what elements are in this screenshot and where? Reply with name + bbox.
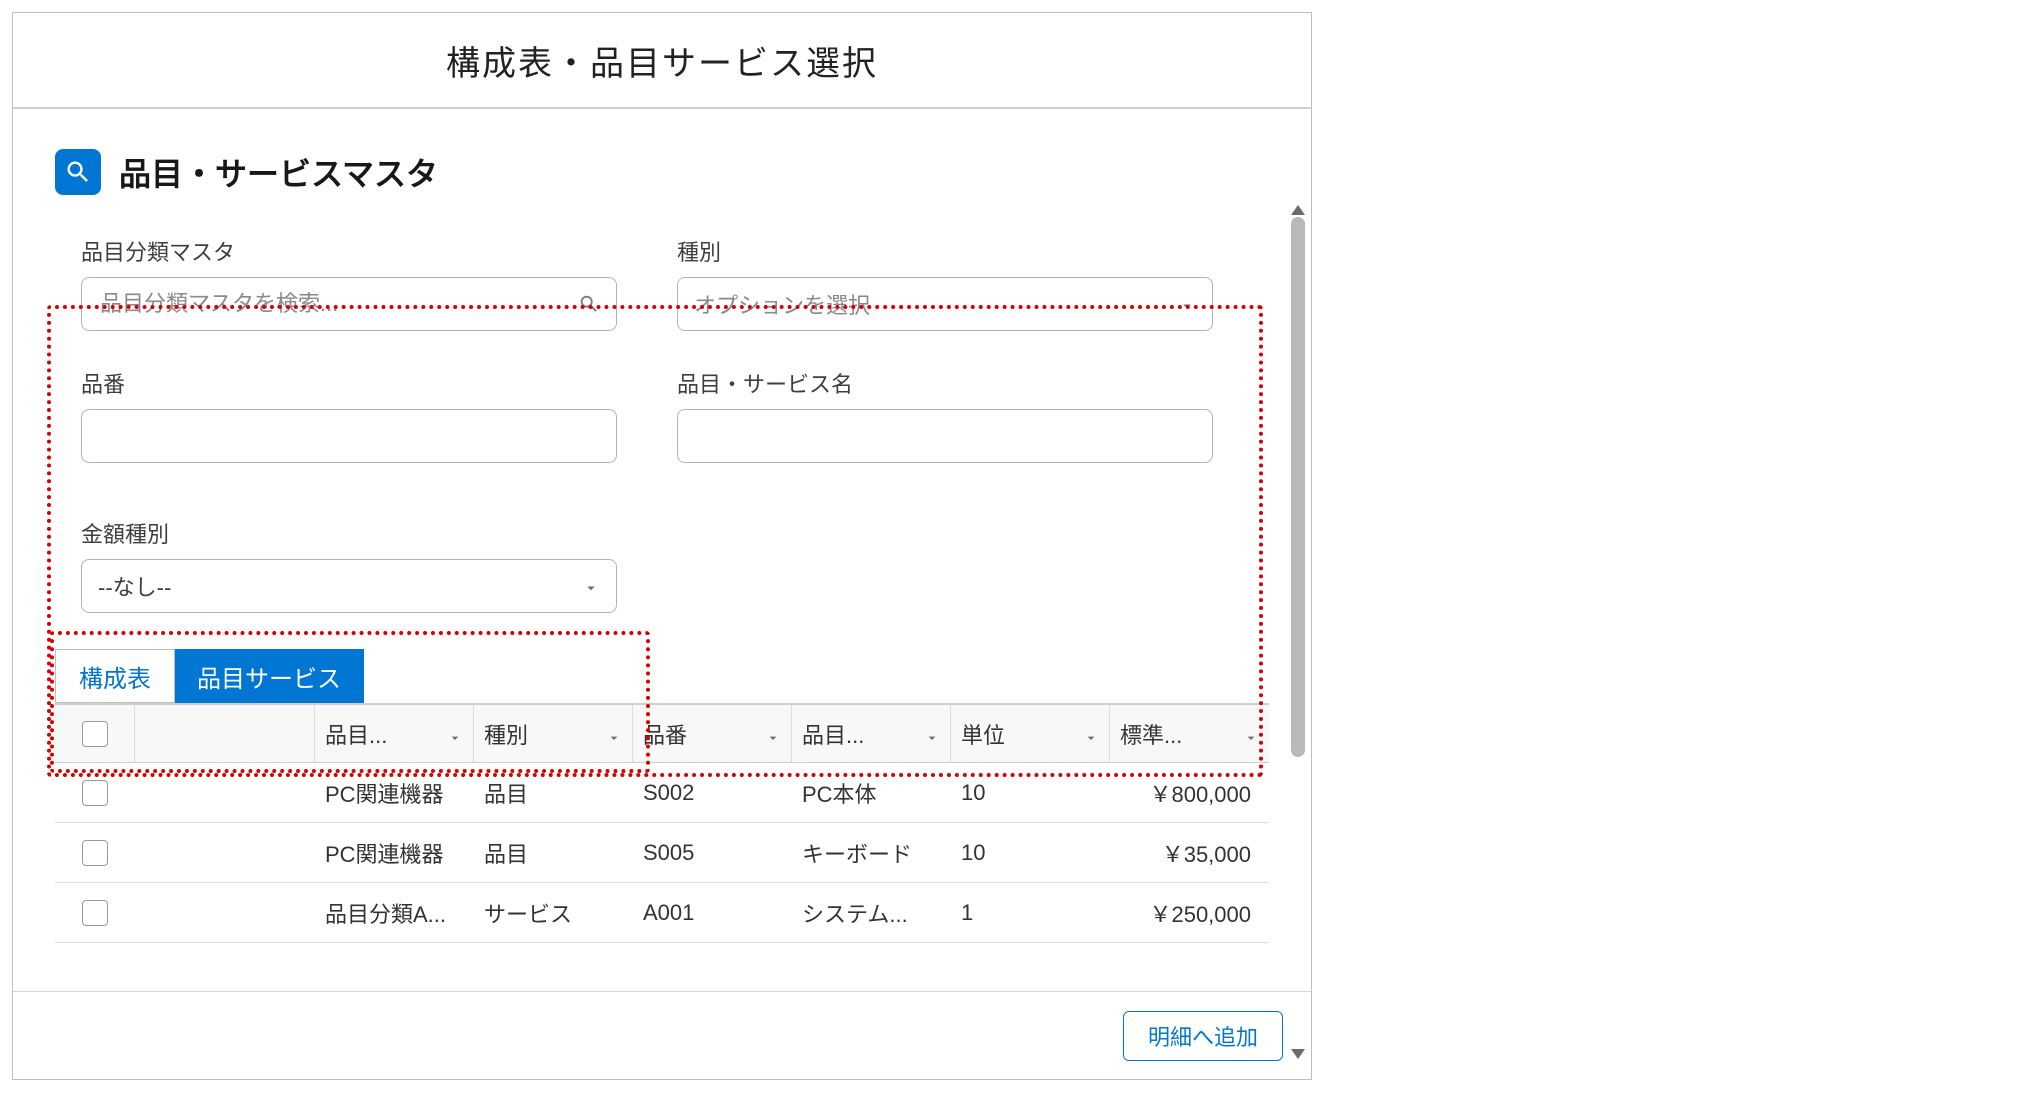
chevron-down-icon[interactable]: [606, 726, 622, 742]
modal-title: 構成表・品目サービス選択: [446, 36, 878, 85]
cell-unit: 1: [951, 883, 1110, 942]
amount-type-value: --なし--: [98, 570, 171, 602]
checkbox[interactable]: [82, 900, 108, 926]
label-part-no: 品番: [81, 367, 617, 399]
chevron-down-icon[interactable]: [1083, 726, 1099, 742]
col-label: 品目...: [325, 718, 387, 750]
search-icon: [55, 149, 101, 195]
cell-std-price: ￥250,000: [1110, 883, 1269, 942]
item-name-input[interactable]: [694, 422, 1196, 450]
col-label: 品目...: [802, 718, 864, 750]
row-actions: [135, 883, 315, 942]
cell-part-no: S002: [633, 763, 792, 822]
scroll-down-icon[interactable]: [1291, 1049, 1305, 1059]
table-body: PC関連機器品目S002PC本体10￥800,000PC関連機器品目S005キー…: [55, 763, 1269, 943]
cell-unit: 10: [951, 823, 1110, 882]
row-select[interactable]: [55, 823, 135, 882]
results-table: 品目... 種別 品番 品目...: [55, 703, 1269, 943]
chevron-down-icon[interactable]: [765, 726, 781, 742]
tab-bom[interactable]: 構成表: [55, 649, 175, 703]
cell-part-no: S005: [633, 823, 792, 882]
part-no-input-wrap[interactable]: [81, 409, 617, 463]
col-label: 標準...: [1120, 718, 1182, 750]
col-name[interactable]: 品目...: [792, 705, 951, 763]
tab-item-service[interactable]: 品目サービス: [175, 649, 364, 703]
cell-classification: 品目分類A...: [315, 883, 474, 942]
chevron-down-icon[interactable]: [447, 726, 463, 742]
col-actions: [135, 705, 315, 763]
cell-type: 品目: [474, 763, 633, 822]
cell-std-price: ￥35,000: [1110, 823, 1269, 882]
cell-type: サービス: [474, 883, 633, 942]
modal-bom-item-select: 構成表・品目サービス選択 品目・サービスマスタ 品目分類マスタ: [12, 12, 1312, 1080]
table-row[interactable]: PC関連機器品目S002PC本体10￥800,000: [55, 763, 1269, 823]
cell-unit: 10: [951, 763, 1110, 822]
type-select[interactable]: オプションを選択: [677, 277, 1213, 331]
checkbox[interactable]: [82, 840, 108, 866]
row-actions: [135, 763, 315, 822]
modal-scroll-area: 品目・サービスマスタ 品目分類マスタ 種別: [13, 109, 1311, 991]
label-amount-type: 金額種別: [81, 517, 617, 549]
field-item-name: 品目・サービス名: [677, 367, 1213, 463]
col-select-all[interactable]: [55, 705, 135, 763]
cell-std-price: ￥800,000: [1110, 763, 1269, 822]
section-heading: 品目・サービスマスタ: [55, 149, 1269, 195]
add-to-detail-button[interactable]: 明細へ追加: [1123, 1011, 1283, 1061]
modal-footer: 明細へ追加: [13, 991, 1311, 1079]
checkbox[interactable]: [82, 780, 108, 806]
row-select[interactable]: [55, 763, 135, 822]
col-std-price[interactable]: 標準...: [1110, 705, 1269, 763]
label-classification: 品目分類マスタ: [81, 235, 617, 267]
result-tabs: 構成表 品目サービス: [55, 649, 1269, 703]
classification-input[interactable]: [98, 290, 578, 318]
chevron-down-icon: [1178, 295, 1196, 313]
cell-name: PC本体: [792, 763, 951, 822]
label-type: 種別: [677, 235, 1213, 267]
col-part-no[interactable]: 品番: [633, 705, 792, 763]
vertical-scrollbar[interactable]: [1289, 217, 1307, 1047]
table-row[interactable]: PC関連機器品目S005キーボード10￥35,000: [55, 823, 1269, 883]
cell-type: 品目: [474, 823, 633, 882]
chevron-down-icon[interactable]: [924, 726, 940, 742]
cell-name: システム...: [792, 883, 951, 942]
item-name-input-wrap[interactable]: [677, 409, 1213, 463]
col-type[interactable]: 種別: [474, 705, 633, 763]
field-part-no: 品番: [81, 367, 617, 463]
cell-classification: PC関連機器: [315, 823, 474, 882]
field-type: 種別 オプションを選択: [677, 235, 1213, 331]
col-classification[interactable]: 品目...: [315, 705, 474, 763]
scrollbar-thumb[interactable]: [1291, 217, 1305, 757]
col-label: 単位: [961, 718, 1005, 750]
filter-grid: 品目分類マスタ 種別 オプションを選択: [55, 223, 1235, 613]
col-label: 品番: [643, 718, 687, 750]
row-actions: [135, 823, 315, 882]
label-item-name: 品目・サービス名: [677, 367, 1213, 399]
field-classification: 品目分類マスタ: [81, 235, 617, 331]
modal-body: 品目・サービスマスタ 品目分類マスタ 種別: [13, 109, 1311, 1079]
chevron-down-icon: [582, 577, 600, 595]
table-header: 品目... 種別 品番 品目...: [55, 705, 1269, 763]
col-label: 種別: [484, 718, 528, 750]
checkbox[interactable]: [82, 721, 108, 747]
cell-part-no: A001: [633, 883, 792, 942]
modal-header: 構成表・品目サービス選択: [13, 13, 1311, 109]
amount-type-select[interactable]: --なし--: [81, 559, 617, 613]
table-row[interactable]: 品目分類A...サービスA001システム...1￥250,000: [55, 883, 1269, 943]
section-title: 品目・サービスマスタ: [119, 149, 438, 195]
scroll-up-icon[interactable]: [1291, 205, 1305, 215]
part-no-input[interactable]: [98, 422, 600, 450]
col-unit[interactable]: 単位: [951, 705, 1110, 763]
row-select[interactable]: [55, 883, 135, 942]
cell-name: キーボード: [792, 823, 951, 882]
search-icon: [578, 293, 600, 315]
chevron-down-icon[interactable]: [1243, 726, 1259, 742]
cell-classification: PC関連機器: [315, 763, 474, 822]
field-amount-type: 金額種別 --なし--: [81, 517, 617, 613]
type-select-placeholder: オプションを選択: [694, 288, 870, 320]
classification-lookup[interactable]: [81, 277, 617, 331]
